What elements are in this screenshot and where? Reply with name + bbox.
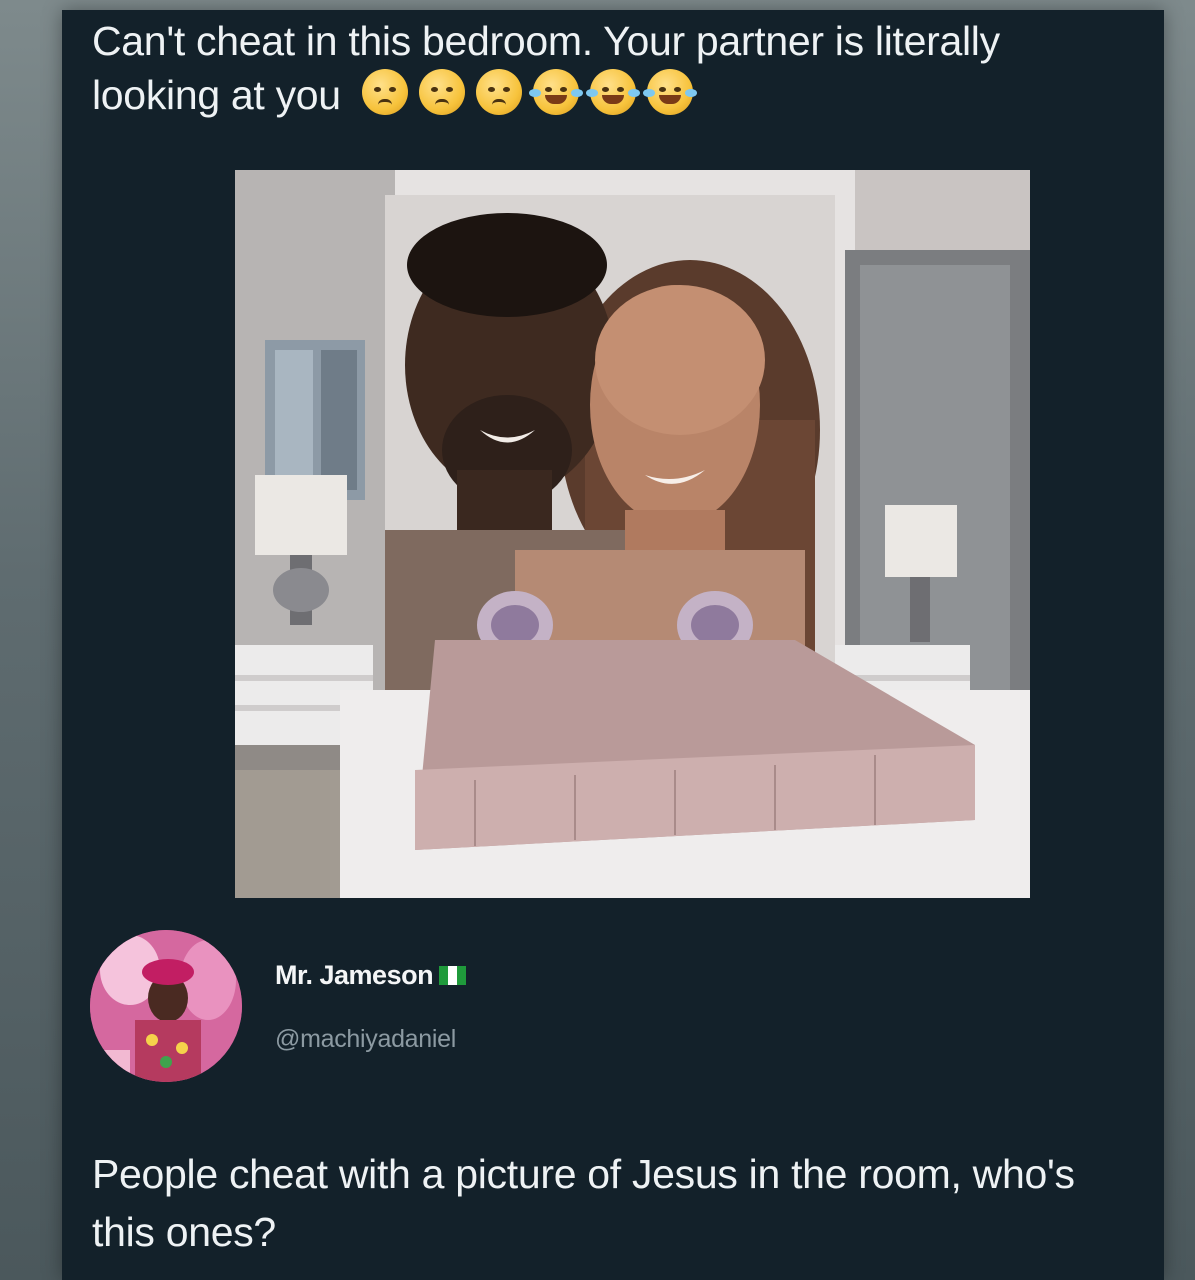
quote-handle[interactable]: @machiyadaniel (275, 1025, 456, 1054)
worried-face-icon (418, 69, 465, 115)
avatar-illustration (90, 930, 242, 1082)
worried-face-icon (475, 69, 522, 115)
nigeria-flag-icon (439, 966, 467, 985)
post-caption: Can't cheat in this bedroom. Your partne… (92, 14, 1092, 128)
emoji-row (361, 69, 704, 128)
display-name-text: Mr. Jameson (275, 960, 434, 990)
tears-of-joy-icon (585, 69, 640, 115)
bedroom-photo-illustration (235, 170, 1030, 898)
tears-of-joy-icon (642, 69, 697, 115)
quote-text: People cheat with a picture of Jesus in … (92, 1151, 1075, 1255)
post-photo[interactable] (235, 170, 1030, 898)
avatar[interactable] (90, 930, 242, 1082)
quote-display-name[interactable]: Mr. Jameson (275, 960, 467, 991)
tears-of-joy-icon (528, 69, 583, 115)
worried-face-icon (361, 69, 408, 115)
